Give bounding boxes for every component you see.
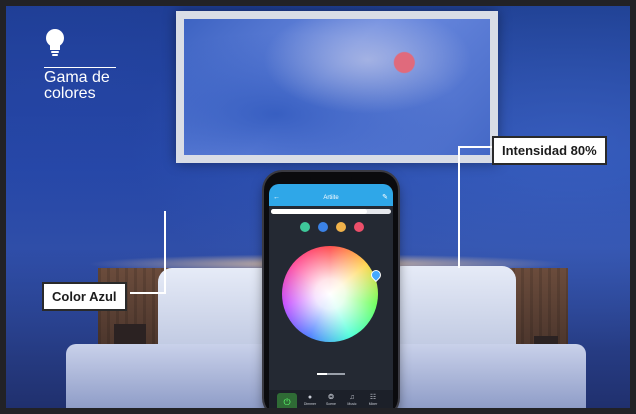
tab-dimmer[interactable]: ● Dimmer [301,393,319,408]
lightbulb-icon [46,29,64,56]
page-indicator-active [317,373,327,375]
music-tab-icon: ♫ [349,394,355,401]
tab-scene-label: Scene [326,402,336,406]
intensity-label: Intensidad 80% [492,136,607,165]
phone-screen: ← Artiite ✎ ⏻ ● Dimmer ❂ Scene ♫ Music ☷… [269,184,393,408]
scene-tab-icon: ❂ [328,394,334,401]
bulb-tab-icon: ● [307,394,313,401]
swatch-red[interactable] [354,222,364,232]
brand-caption-line2: colores [44,85,96,102]
color-label: Color Azul [42,282,127,311]
tab-mixer-label: Mixer [368,402,378,406]
power-button[interactable]: ⏻ [277,393,297,408]
color-wheel[interactable] [282,246,378,342]
color-callout-line-h [130,292,166,294]
wall-art [184,19,490,155]
edit-pencil-icon[interactable]: ✎ [382,193,388,202]
tab-scene[interactable]: ❂ Scene [322,393,340,408]
brightness-slider[interactable] [271,209,391,214]
app-bar: ← Artiite ✎ [269,190,393,206]
app-title: Artiite [323,195,339,201]
intensity-callout-line-h [458,146,494,148]
bedroom-scene: Gama de colores Intensidad 80% Color Azu… [6,6,630,408]
tab-mixer[interactable]: ☷ Mixer [364,393,382,408]
mixer-tab-icon: ☷ [369,394,377,401]
brand-caption-line1: Gama de [44,69,110,86]
intensity-callout-line-v [458,146,460,268]
color-swatches [300,222,364,234]
tab-music-label: Music [347,402,357,406]
brand-divider [44,67,116,68]
tab-dimmer-label: Dimmer [303,402,317,406]
phone-notch [310,175,352,183]
tab-music[interactable]: ♫ Music [343,393,361,408]
swatch-orange[interactable] [336,222,346,232]
color-callout-line-v [164,211,166,293]
swatch-blue[interactable] [318,222,328,232]
wall-art-frame [176,11,498,163]
brightness-fill [271,209,367,214]
bottom-nav: ⏻ ● Dimmer ❂ Scene ♫ Music ☷ Mixer [269,390,393,408]
smartphone: ← Artiite ✎ ⏻ ● Dimmer ❂ Scene ♫ Music ☷… [264,172,398,408]
brand-caption: Gama de colores [44,70,154,102]
swatch-green[interactable] [300,222,310,232]
advertisement-frame: Gama de colores Intensidad 80% Color Azu… [0,0,636,414]
page-indicator [317,373,345,375]
